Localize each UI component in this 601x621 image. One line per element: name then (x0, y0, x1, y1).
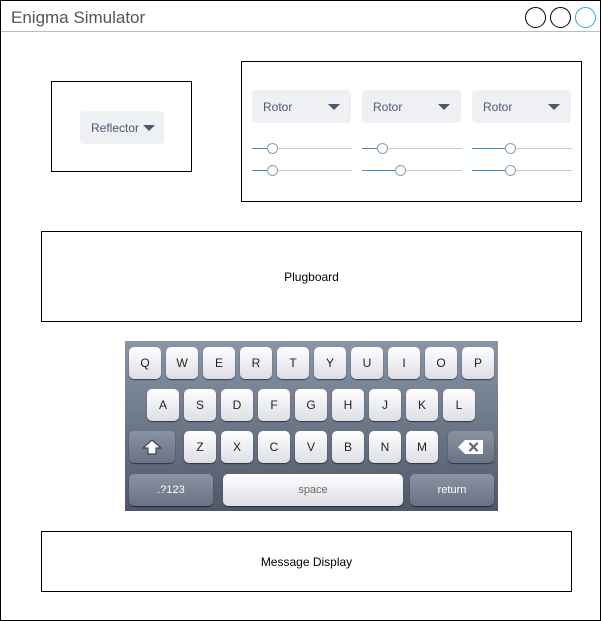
key-i[interactable]: I (388, 347, 420, 379)
key-c[interactable]: C (258, 431, 290, 463)
caret-down-icon (438, 103, 450, 110)
key-v[interactable]: V (295, 431, 327, 463)
key-w[interactable]: W (166, 347, 198, 379)
key-d[interactable]: D (221, 389, 253, 421)
key-r[interactable]: R (240, 347, 272, 379)
backspace-key[interactable] (448, 431, 494, 463)
key-h[interactable]: H (332, 389, 364, 421)
key-k[interactable]: K (406, 389, 438, 421)
caret-down-icon (143, 124, 155, 131)
key-l[interactable]: L (443, 389, 475, 421)
rotor-1-dropdown[interactable]: Rotor (252, 90, 351, 123)
message-display-label: Message Display (260, 554, 353, 569)
key-t[interactable]: T (277, 347, 309, 379)
caret-down-icon (548, 103, 560, 110)
reflector-panel: Reflector (51, 81, 192, 172)
rotor-3-dropdown[interactable]: Rotor (472, 90, 571, 123)
rotor-2-position-slider[interactable] (362, 165, 462, 177)
window-button-close-icon[interactable] (525, 7, 546, 28)
key-q[interactable]: Q (129, 347, 161, 379)
keyboard: Q W E R T Y U I O P A S D F G H J K L Z … (125, 341, 498, 511)
key-g[interactable]: G (295, 389, 327, 421)
key-x[interactable]: X (221, 431, 253, 463)
shift-arrow-icon (141, 439, 163, 455)
key-m[interactable]: M (406, 431, 438, 463)
window-button-minimize-icon[interactable] (550, 7, 571, 28)
backspace-icon (458, 440, 483, 454)
shift-key[interactable] (129, 431, 175, 463)
numbers-key[interactable]: .?123 (129, 474, 213, 506)
key-e[interactable]: E (203, 347, 235, 379)
title-bar: Enigma Simulator (1, 1, 600, 32)
space-key[interactable]: space (223, 474, 403, 506)
rotor-1-ring-slider[interactable] (252, 143, 352, 155)
app-window: Enigma Simulator Reflector Rotor Rotor R… (0, 0, 601, 621)
key-f[interactable]: F (258, 389, 290, 421)
key-s[interactable]: S (184, 389, 216, 421)
key-a[interactable]: A (147, 389, 179, 421)
key-y[interactable]: Y (314, 347, 346, 379)
rotor-2-dropdown[interactable]: Rotor (362, 90, 461, 123)
plugboard-label: Plugboard (284, 269, 339, 284)
rotor-panel: Rotor Rotor Rotor (241, 61, 582, 202)
reflector-dropdown[interactable]: Reflector (80, 111, 164, 144)
reflector-dropdown-label: Reflector (91, 120, 140, 135)
key-n[interactable]: N (369, 431, 401, 463)
slider-handle[interactable] (505, 165, 516, 176)
window-title: Enigma Simulator (11, 8, 146, 27)
slider-handle[interactable] (267, 143, 278, 154)
rotor-1-position-slider[interactable] (252, 165, 352, 177)
rotor-2-dropdown-label: Rotor (373, 99, 403, 114)
key-j[interactable]: J (369, 389, 401, 421)
key-o[interactable]: O (425, 347, 457, 379)
slider-handle[interactable] (267, 165, 278, 176)
slider-handle[interactable] (377, 143, 388, 154)
key-z[interactable]: Z (184, 431, 216, 463)
key-b[interactable]: B (332, 431, 364, 463)
message-display-panel: Message Display (41, 531, 572, 592)
rotor-3-dropdown-label: Rotor (483, 99, 513, 114)
slider-handle[interactable] (395, 165, 406, 176)
slider-handle[interactable] (505, 143, 516, 154)
return-key[interactable]: return (410, 474, 494, 506)
key-u[interactable]: U (351, 347, 383, 379)
rotor-3-ring-slider[interactable] (472, 143, 572, 155)
key-p[interactable]: P (462, 347, 494, 379)
rotor-2-ring-slider[interactable] (362, 143, 462, 155)
rotor-3-position-slider[interactable] (472, 165, 572, 177)
plugboard-panel[interactable]: Plugboard (41, 231, 582, 322)
rotor-1-dropdown-label: Rotor (263, 99, 293, 114)
caret-down-icon (328, 103, 340, 110)
window-button-maximize-icon[interactable] (575, 7, 596, 28)
